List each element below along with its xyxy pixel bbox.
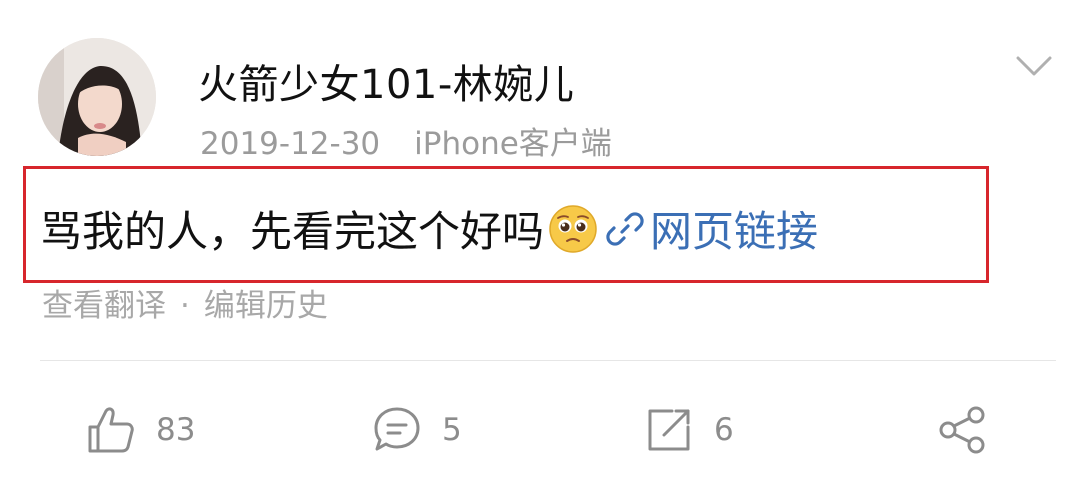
translate-link[interactable]: 查看翻译 — [42, 288, 166, 324]
repost-icon — [648, 409, 690, 451]
thumbs-up-icon — [88, 407, 134, 453]
weibo-post-card: 火箭少女101-林婉儿 2019-12-30 iPhone客户端 骂我的人，先看完… — [0, 0, 1080, 491]
chevron-down-icon[interactable] — [1014, 54, 1054, 80]
author-name[interactable]: 火箭少女101-林婉儿 — [198, 52, 574, 110]
link-icon — [606, 211, 644, 246]
post-source: iPhone客户端 — [414, 126, 612, 162]
comment-count: 5 — [442, 412, 462, 448]
pleading-face-emoji-icon — [549, 204, 597, 253]
like-count: 83 — [156, 412, 196, 448]
edit-history-link[interactable]: 编辑历史 — [204, 288, 328, 324]
web-link-label: 网页链接 — [650, 207, 819, 256]
share-button[interactable] — [936, 400, 990, 460]
post-text: 骂我的人，先看完这个好吗 — [40, 207, 545, 256]
like-button[interactable]: 83 — [84, 400, 195, 460]
comment-icon — [374, 407, 420, 451]
comment-button[interactable]: 5 — [370, 400, 462, 460]
separator-dot: · — [180, 288, 190, 324]
divider — [40, 360, 1056, 361]
repost-button[interactable]: 6 — [642, 400, 734, 460]
share-icon — [939, 406, 985, 454]
post-date: 2019-12-30 — [200, 126, 381, 162]
post-meta: 2019-12-30 iPhone客户端 — [200, 118, 612, 163]
avatar[interactable] — [38, 38, 156, 156]
post-footer-links: 查看翻译 · 编辑历史 — [42, 280, 328, 325]
post-content: 骂我的人，先看完这个好吗 网页链接 — [40, 198, 818, 259]
web-link[interactable]: 网页链接 — [604, 198, 818, 259]
avatar-image — [38, 38, 156, 156]
repost-count: 6 — [714, 412, 734, 448]
